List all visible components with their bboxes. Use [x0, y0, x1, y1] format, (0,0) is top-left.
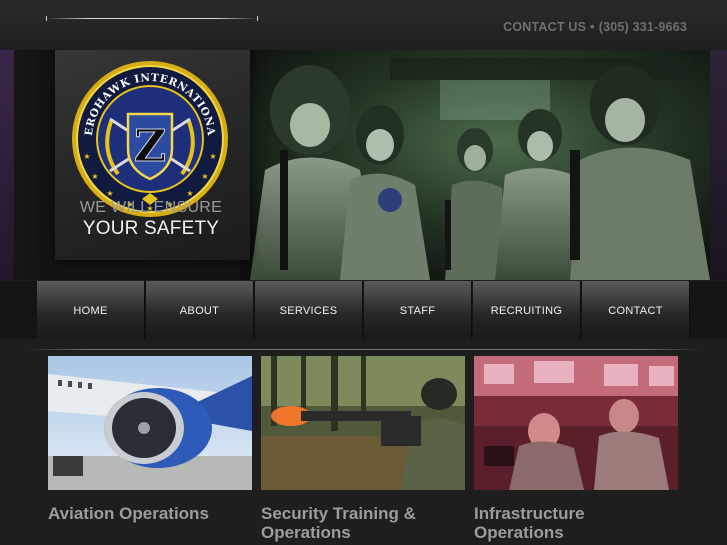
feature-title-line-1: Aviation Operations	[48, 504, 209, 523]
nav-home-label: HOME	[73, 305, 108, 317]
separator-dot: •	[590, 20, 595, 34]
svg-text:★: ★	[186, 189, 193, 198]
nav-staff-label: STAFF	[399, 305, 436, 317]
feature-title[interactable]: Security Training & Operations	[261, 504, 465, 542]
infrastructure-photo[interactable]	[474, 356, 678, 490]
top-bar: CONTACT US • (305) 331-9663	[0, 0, 727, 50]
tagline-line-1: WE WILL ENSURE	[79, 199, 223, 216]
feature-card-aviation[interactable]: Aviation Operations	[48, 356, 252, 523]
svg-text:★: ★	[201, 172, 208, 181]
aviation-photo[interactable]	[48, 356, 252, 490]
hero-edge-right	[709, 50, 727, 280]
contact-line[interactable]: CONTACT US • (305) 331-9663	[503, 20, 687, 34]
nav-about-label: ABOUT	[179, 305, 220, 317]
hero-tagline: WE WILL ENSURE YOUR SAFETY	[66, 199, 236, 239]
decorative-rule	[46, 16, 258, 21]
section-divider	[25, 349, 702, 350]
feature-title-line-1: Security Training &	[261, 504, 416, 523]
feature-title-line-1: Infrastructure	[474, 504, 585, 523]
nav-contact-label: CONTACT	[608, 305, 663, 317]
svg-text:★: ★	[83, 152, 90, 161]
feature-title-line-2: Operations	[261, 523, 351, 542]
contact-us-link[interactable]: CONTACT US	[503, 20, 586, 34]
tagline-line-2: YOUR SAFETY	[82, 218, 220, 239]
svg-text:★: ★	[106, 189, 113, 198]
hero-edge-left	[0, 50, 14, 280]
nav-contact[interactable]: CONTACT	[582, 281, 690, 339]
feature-title[interactable]: Infrastructure Operations	[474, 504, 678, 542]
nav-home[interactable]: HOME	[37, 281, 145, 339]
security-training-photo[interactable]	[261, 356, 465, 490]
feature-title[interactable]: Aviation Operations	[48, 504, 252, 523]
phone-number[interactable]: (305) 331-9663	[599, 20, 687, 34]
main-nav: HOME ABOUT SERVICES STAFF RECRUITING CON…	[0, 281, 727, 339]
feature-title-line-2: Operations	[474, 523, 564, 542]
nav-recruiting[interactable]: RECRUITING	[473, 281, 581, 339]
nav-about[interactable]: ABOUT	[146, 281, 254, 339]
nav-recruiting-label: RECRUITING	[490, 305, 563, 317]
nav-staff[interactable]: STAFF	[364, 281, 472, 339]
svg-text:★: ★	[91, 172, 98, 181]
nav-services[interactable]: SERVICES	[255, 281, 363, 339]
feature-card-security-training[interactable]: Security Training & Operations	[261, 356, 465, 542]
zerohawk-seal-logo[interactable]: ZEROHAWK INTERNATIONAL ★★ ★★ ★★ ★★ ★ Z	[70, 59, 230, 219]
soldiers-photo	[240, 50, 710, 280]
hero-banner: ZEROHAWK INTERNATIONAL ★★ ★★ ★★ ★★ ★ Z W…	[0, 50, 727, 280]
svg-text:★: ★	[209, 152, 216, 161]
feature-card-infrastructure[interactable]: Infrastructure Operations	[474, 356, 678, 542]
nav-services-label: SERVICES	[279, 305, 338, 317]
seal-monogram: Z	[134, 121, 166, 172]
